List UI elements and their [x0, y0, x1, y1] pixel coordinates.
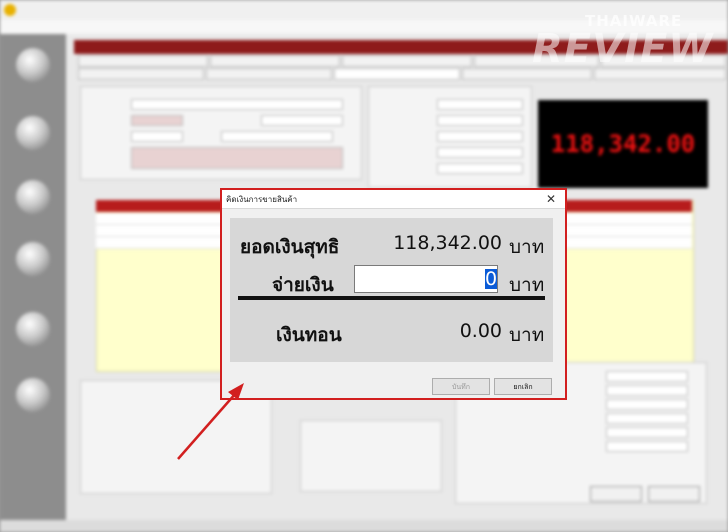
close-icon[interactable]: ✕: [542, 191, 560, 207]
field[interactable]: [606, 385, 688, 396]
watermark-main: REVIEW: [532, 26, 714, 72]
monitor-icon: [16, 378, 50, 412]
field[interactable]: [221, 131, 333, 142]
document-box: [368, 86, 532, 188]
payment-input[interactable]: [354, 265, 498, 293]
net-total-unit: บาท: [509, 236, 545, 258]
sidebar-item-5[interactable]: [6, 312, 60, 372]
payment-input-value: 0: [485, 268, 498, 290]
tab-6[interactable]: [78, 68, 204, 80]
status-bar: [0, 520, 728, 532]
change-value: 0.00: [459, 320, 502, 342]
sidebar-item-2[interactable]: [6, 116, 60, 176]
tab-2[interactable]: [210, 55, 340, 67]
field[interactable]: [131, 131, 183, 142]
disc-icon: [16, 116, 50, 150]
tab-3[interactable]: [342, 55, 472, 67]
dialog-title-bar: คิดเงินการขายสินค้า ✕: [222, 190, 565, 209]
save-button[interactable]: บันทึก: [432, 378, 490, 395]
sidebar-item-1[interactable]: [6, 48, 60, 108]
change-label: เงินทอน: [276, 324, 342, 346]
sidebar-item-4[interactable]: [6, 242, 60, 302]
pay-button[interactable]: [590, 486, 642, 502]
payment-dialog: คิดเงินการขายสินค้า ✕ ยอดเงินสุทธิ 118,3…: [220, 188, 567, 400]
total-display: 118,342.00: [538, 100, 708, 188]
separator-line: [238, 296, 545, 300]
dialog-title: คิดเงินการขายสินค้า: [226, 195, 298, 204]
field[interactable]: [437, 115, 523, 126]
disc-icon: [16, 48, 50, 82]
delivery-box: [300, 420, 442, 492]
dialog-body: ยอดเงินสุทธิ 118,342.00 บาท จ่ายเงิน 0 บ…: [230, 218, 553, 362]
net-total-label: ยอดเงินสุทธิ: [240, 236, 340, 258]
sidebar-item-3[interactable]: [6, 180, 60, 240]
field[interactable]: [131, 99, 343, 110]
field[interactable]: [606, 399, 688, 410]
globe-icon: [16, 242, 50, 276]
field[interactable]: [437, 147, 523, 158]
change-unit: บาท: [509, 324, 545, 346]
sidebar-item-6[interactable]: [6, 378, 60, 438]
camera-icon: [16, 180, 50, 214]
field[interactable]: [437, 99, 523, 110]
cancel-button[interactable]: ยกเลิก: [494, 378, 552, 395]
net-total-value: 118,342.00: [393, 232, 502, 254]
left-sidebar: [0, 34, 66, 520]
field[interactable]: [437, 131, 523, 142]
field[interactable]: [606, 427, 688, 438]
tab-7[interactable]: [206, 68, 332, 80]
field[interactable]: [437, 163, 523, 174]
tab-8[interactable]: [334, 68, 460, 80]
field[interactable]: [131, 147, 343, 169]
field[interactable]: [606, 441, 688, 452]
field[interactable]: [606, 371, 688, 382]
field[interactable]: [131, 115, 183, 126]
app-logo-icon: [4, 4, 16, 16]
total-display-value: 118,342.00: [550, 130, 696, 158]
field[interactable]: [261, 115, 343, 126]
user-icon: [16, 312, 50, 346]
customer-box: [80, 86, 362, 180]
cancel-sale-button[interactable]: [648, 486, 700, 502]
field[interactable]: [606, 413, 688, 424]
tab-1[interactable]: [78, 55, 208, 67]
